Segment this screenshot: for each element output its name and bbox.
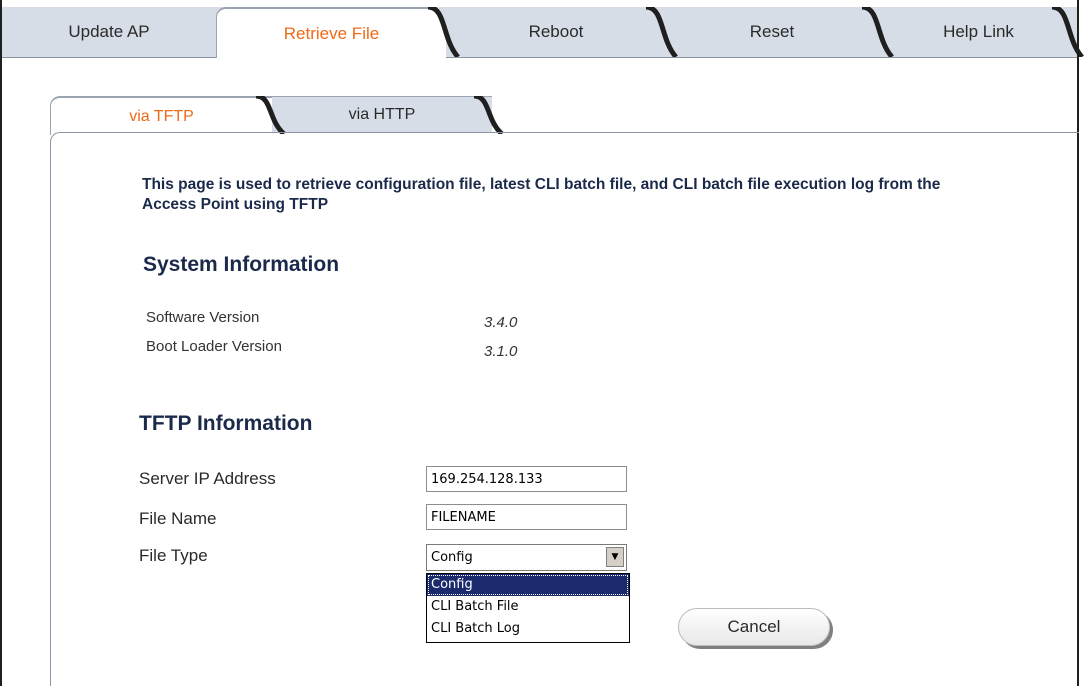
tab-label: via TFTP	[129, 107, 194, 125]
tab-curl-icon	[474, 96, 504, 134]
system-information-heading: System Information	[143, 253, 340, 276]
cancel-button-label: Cancel	[727, 617, 781, 636]
tab-retrieve-file[interactable]: Retrieve File	[216, 7, 446, 58]
tab-curl-icon	[256, 96, 286, 134]
file-type-select[interactable]: Config ▼	[426, 544, 627, 571]
sub-tab-bar: via TFTP via HTTP	[50, 96, 550, 135]
tab-help-link[interactable]: Help Link	[880, 7, 1077, 57]
cancel-button[interactable]: Cancel	[678, 608, 830, 646]
tab-label: Reset	[749, 22, 795, 41]
tftp-information-heading: TFTP Information	[139, 412, 313, 435]
tab-curl-icon	[862, 7, 894, 57]
file-name-label: File Name	[139, 509, 217, 528]
tab-update-ap[interactable]: Update AP	[2, 7, 216, 57]
file-type-option-cli-batch-file[interactable]: CLI Batch File	[427, 596, 629, 618]
tab-curl-icon	[646, 7, 678, 57]
tab-curl-icon	[1052, 7, 1084, 57]
software-version-value: 3.4.0	[484, 314, 518, 331]
tab-label: Update AP	[68, 22, 150, 41]
tab-via-tftp[interactable]: via TFTP	[50, 96, 272, 135]
tab-label: via HTTP	[348, 106, 416, 123]
tab-reboot[interactable]: Reboot	[448, 7, 664, 57]
tab-via-http[interactable]: via HTTP	[272, 96, 492, 133]
top-tab-bar: Update AP Retrieve File Reboot Reset Hel…	[2, 7, 1084, 58]
software-version-label: Software Version	[146, 309, 260, 326]
file-type-option-config[interactable]: Config	[427, 574, 629, 596]
tab-reset[interactable]: Reset	[664, 7, 880, 57]
tab-label: Retrieve File	[283, 23, 380, 43]
chevron-down-icon[interactable]: ▼	[606, 547, 624, 567]
boot-loader-version-value: 3.1.0	[484, 343, 518, 360]
server-ip-input[interactable]	[426, 466, 627, 492]
file-type-option-cli-batch-log[interactable]: CLI Batch Log	[427, 618, 629, 640]
file-type-selected-value: Config	[431, 550, 473, 565]
boot-loader-version-label: Boot Loader Version	[146, 338, 282, 355]
file-type-dropdown-list: Config CLI Batch File CLI Batch Log	[426, 573, 630, 643]
tab-label: Help Link	[943, 22, 1014, 41]
file-name-input[interactable]	[426, 504, 627, 530]
server-ip-label: Server IP Address	[139, 469, 276, 488]
tab-label: Reboot	[528, 22, 584, 41]
tab-curl-icon	[428, 7, 464, 57]
file-type-label: File Type	[139, 546, 208, 565]
page-description: This page is used to retrieve configurat…	[142, 176, 941, 213]
